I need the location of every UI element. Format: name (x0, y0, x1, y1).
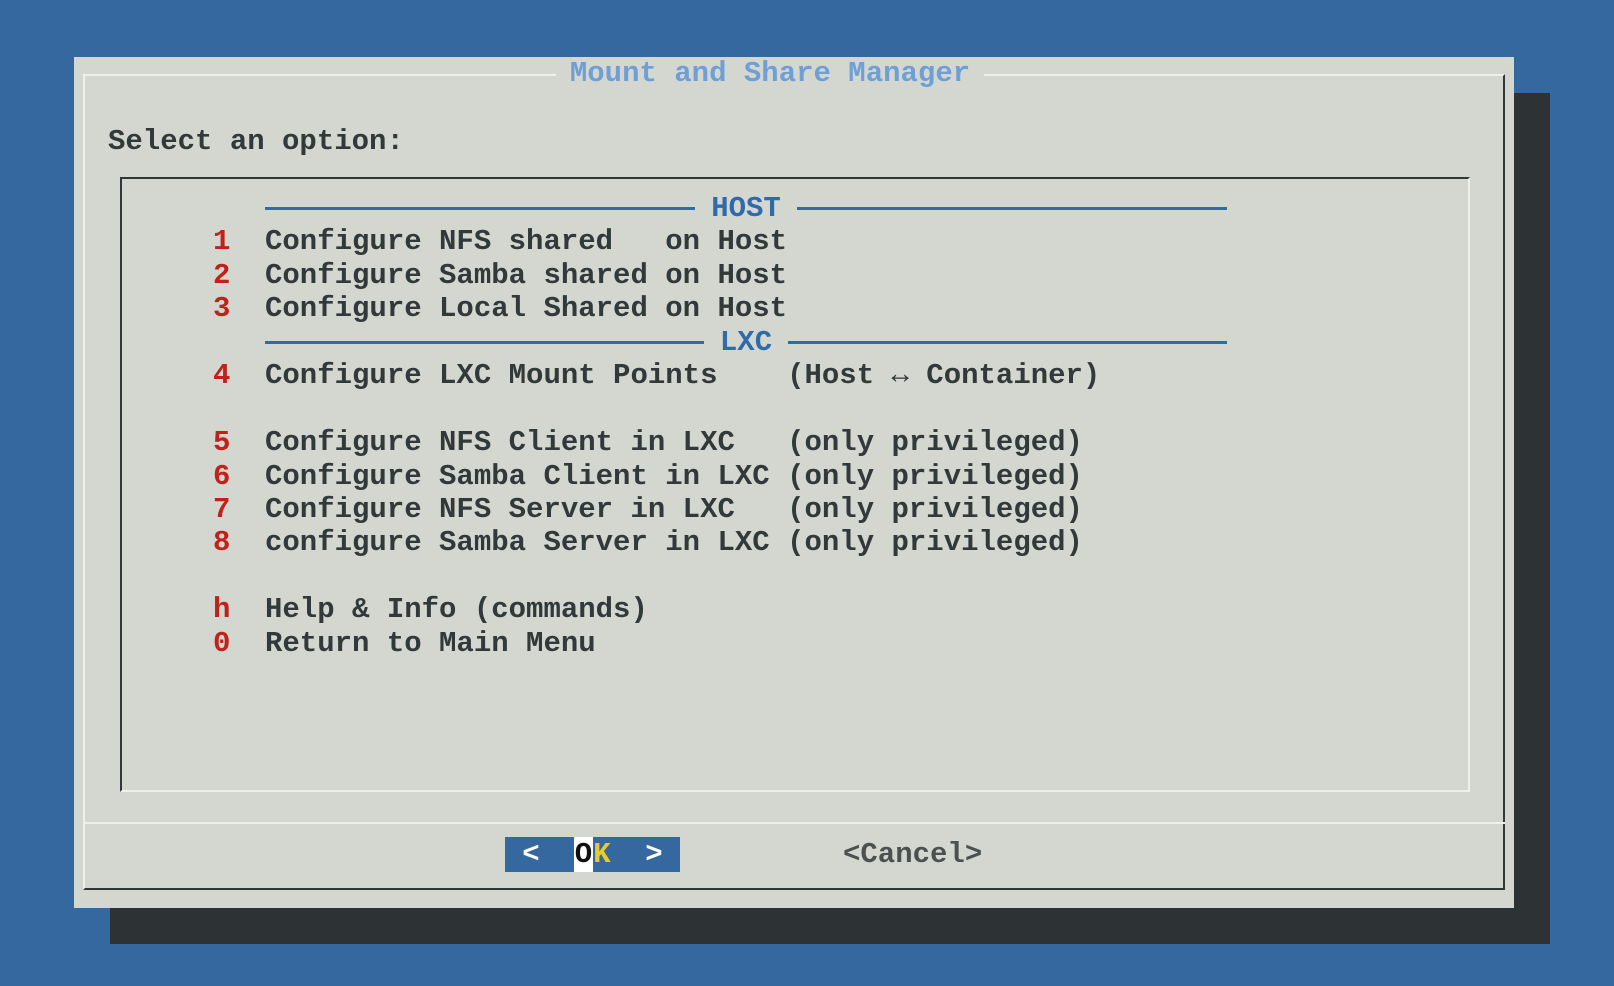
menu-item-1[interactable]: 1Configure NFS shared on Host (122, 225, 1468, 258)
separator-line (265, 341, 704, 344)
menu-item-label: Configure NFS Client in LXC (only privil… (265, 426, 1083, 459)
menu-item-label: Return to Main Menu (265, 627, 596, 660)
menu-item-7[interactable]: 7Configure NFS Server in LXC (only privi… (122, 493, 1468, 526)
menu-item-hotkey: 3 (213, 292, 265, 325)
menu-item-label: configure Samba Server in LXC (only priv… (265, 526, 1083, 559)
ok-left-bracket: < (522, 837, 540, 872)
button-row-separator (83, 822, 1505, 824)
ok-hotkey-char: K (593, 837, 611, 872)
menu-item-hotkey: h (213, 593, 265, 626)
prompt-label: Select an option: (108, 125, 404, 158)
separator-line (797, 207, 1227, 210)
menu-item-3[interactable]: 3Configure Local Shared on Host (122, 292, 1468, 325)
menu-item-8[interactable]: 8configure Samba Server in LXC (only pri… (122, 526, 1468, 559)
menu-item-hotkey: 6 (213, 460, 265, 493)
separator-line (788, 341, 1227, 344)
menu-item-hotkey: 1 (213, 225, 265, 258)
ok-button-gap (611, 837, 628, 872)
menu-blank-row (122, 393, 1468, 426)
menu-item-hotkey: 8 (213, 526, 265, 559)
menu-item-label: Help & Info (commands) (265, 593, 648, 626)
menu-item-label: Configure LXC Mount Points (Host ↔ Conta… (265, 359, 1100, 392)
menu-item-label: Configure NFS Server in LXC (only privil… (265, 493, 1083, 526)
ok-right-bracket: > (645, 837, 663, 872)
menu-item-label: Configure Samba Client in LXC (only priv… (265, 460, 1083, 493)
menu-item-4[interactable]: 4Configure LXC Mount Points (Host ↔ Cont… (122, 359, 1468, 392)
menu-list: HOST1Configure NFS shared on Host2Config… (120, 177, 1470, 792)
menu-blank-row (122, 560, 1468, 593)
cancel-button[interactable]: <Cancel> (843, 837, 982, 872)
mount-share-manager-dialog: Mount and Share Manager Select an option… (74, 57, 1514, 908)
menu-item-6[interactable]: 6Configure Samba Client in LXC (only pri… (122, 460, 1468, 493)
menu-item-hotkey: 0 (213, 627, 265, 660)
menu-item-label: Configure Samba shared on Host (265, 259, 787, 292)
menu-item-hotkey: 2 (213, 259, 265, 292)
section-separator: LXC (122, 326, 1468, 359)
menu-item-hotkey: 4 (213, 359, 265, 392)
menu-item-label: Configure NFS shared on Host (265, 225, 787, 258)
menu-item-hotkey: 7 (213, 493, 265, 526)
ok-button-gap (628, 837, 645, 872)
ok-button-padding (663, 837, 680, 872)
menu-item-0[interactable]: 0Return to Main Menu (122, 627, 1468, 660)
menu-item-hotkey: 5 (213, 426, 265, 459)
ok-button[interactable]: < OK > (505, 837, 680, 872)
ok-button-gap (557, 837, 574, 872)
terminal-screen: Mount and Share Manager Select an option… (0, 0, 1614, 986)
menu-item-label: Configure Local Shared on Host (265, 292, 787, 325)
menu-item-5[interactable]: 5Configure NFS Client in LXC (only privi… (122, 426, 1468, 459)
button-row: < OK > <Cancel> (74, 837, 1514, 872)
menu-item-2[interactable]: 2Configure Samba shared on Host (122, 259, 1468, 292)
ok-button-padding (505, 837, 522, 872)
section-separator: HOST (122, 192, 1468, 225)
ok-button-gap (540, 837, 557, 872)
dialog-title-text: Mount and Share Manager (556, 57, 984, 90)
separator-line (265, 207, 695, 210)
dialog-title: Mount and Share Manager (74, 58, 1466, 90)
section-label: HOST (695, 192, 797, 225)
ok-cursor-char: O (574, 837, 593, 872)
menu-item-h[interactable]: hHelp & Info (commands) (122, 593, 1468, 626)
section-label: LXC (704, 326, 788, 359)
